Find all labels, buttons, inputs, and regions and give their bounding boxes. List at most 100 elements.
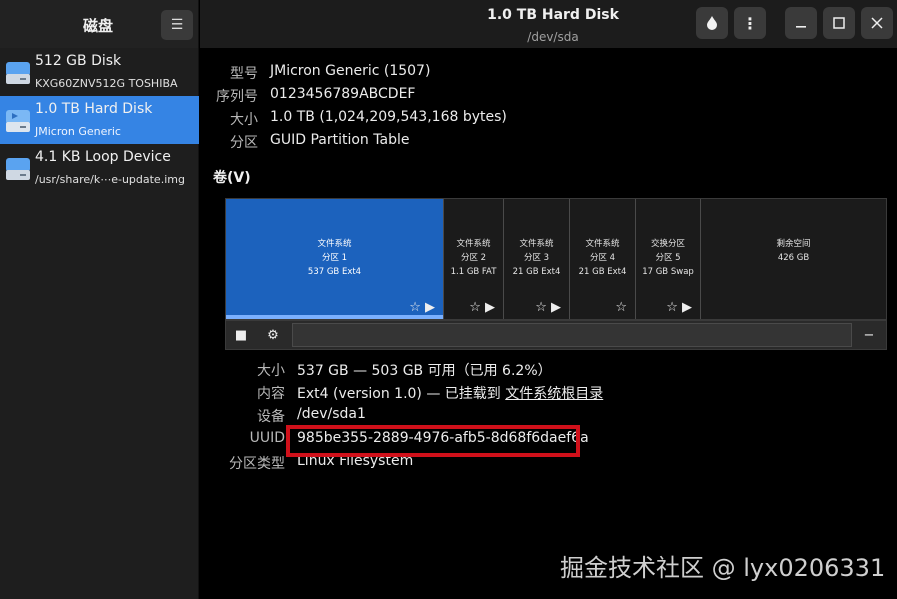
- partition-icons: ☆: [615, 301, 627, 315]
- partition-size: 21 GB Ext4: [578, 267, 627, 277]
- header-bar: 1.0 TB Hard Disk /dev/sda ⋮: [200, 0, 897, 48]
- remove-partition-button[interactable]: −: [858, 324, 880, 346]
- star-icon: ☆: [409, 300, 421, 315]
- device-name: 512 GB Disk: [35, 53, 122, 69]
- usage-bar: [226, 315, 443, 319]
- partition-icons: ☆ ▶: [409, 301, 435, 315]
- partition-info: 交换分区 分区 5 17 GB Swap: [636, 237, 700, 279]
- partition-info: 文件系统 分区 4 21 GB Ext4: [570, 237, 635, 279]
- size-label: 大小: [230, 112, 258, 128]
- partition-4[interactable]: 文件系统 分区 4 21 GB Ext4 ☆: [570, 199, 636, 319]
- serial-label: 序列号: [216, 89, 258, 105]
- play-icon: ▶: [485, 300, 495, 315]
- device-detail: KXG60ZNV512G TOSHIBA: [35, 77, 178, 90]
- device-item-512gb[interactable]: 512 GB Disk KXG60ZNV512G TOSHIBA: [0, 48, 199, 96]
- close-button[interactable]: [861, 7, 893, 39]
- device-detail: /usr/share/k⋯e-update.img: [35, 173, 185, 186]
- stop-icon: ■: [234, 327, 248, 343]
- vertical-dots-icon: ⋮: [742, 13, 758, 33]
- partition-icons: ☆ ▶: [666, 301, 692, 315]
- partition-info: 文件系统 分区 1 537 GB Ext4: [226, 237, 443, 279]
- more-options-button[interactable]: ⋮: [734, 7, 766, 39]
- partition-3[interactable]: 文件系统 分区 3 21 GB Ext4 ☆ ▶: [504, 199, 570, 319]
- main-panel: 型号 JMicron Generic (1507) 序列号 0123456789…: [200, 48, 897, 599]
- maximize-button[interactable]: [823, 7, 855, 39]
- partition-info: 文件系统 分区 2 1.1 GB FAT: [444, 237, 503, 279]
- partition-icons: ☆ ▶: [469, 301, 495, 315]
- device-name: 4.1 KB Loop Device: [35, 149, 171, 165]
- partition-size-label: 大小: [257, 363, 285, 379]
- partition-name: 分区 5: [655, 253, 681, 263]
- device-item-1tb[interactable]: 1.0 TB Hard Disk JMicron Generic: [0, 96, 199, 144]
- partition-size: 1.1 GB FAT: [450, 267, 497, 277]
- partitioning-value: GUID Partition Table: [270, 132, 410, 148]
- partition-info: 剩余空间 426 GB: [701, 237, 886, 265]
- volume-map: 文件系统 分区 1 537 GB Ext4 ☆ ▶ 文件系统 分区 2 1.1 …: [225, 198, 887, 320]
- partition-5[interactable]: 交换分区 分区 5 17 GB Swap ☆ ▶: [636, 199, 701, 319]
- partition-name: 分区 1: [321, 253, 348, 263]
- device-item-loop[interactable]: 4.1 KB Loop Device /usr/share/k⋯e-update…: [0, 144, 199, 192]
- close-icon: [871, 17, 883, 29]
- drive-icon: [6, 158, 30, 180]
- uuid-label: UUID: [249, 430, 285, 446]
- hamburger-icon: ☰: [170, 17, 184, 33]
- device-value: /dev/sda1: [297, 406, 366, 422]
- contents-text: Ext4 (version 1.0) — 已挂载到: [297, 386, 506, 402]
- uuid-highlight-box: [286, 425, 580, 457]
- partition-type-label: 分区类型: [229, 456, 285, 472]
- star-icon: ☆: [666, 300, 678, 315]
- play-icon: ▶: [682, 300, 692, 315]
- serial-value: 0123456789ABCDEF: [270, 86, 416, 102]
- volume-toolbar: ■ ⚙ −: [225, 320, 887, 350]
- partition-type: 交换分区: [650, 239, 685, 249]
- mount-point-link[interactable]: 文件系统根目录: [505, 386, 603, 402]
- stop-button[interactable]: ■: [230, 324, 252, 346]
- star-icon: ☆: [469, 300, 481, 315]
- power-drop-icon: [707, 16, 717, 30]
- partition-size-value: 537 GB — 503 GB 可用（已用 6.2%）: [297, 363, 552, 379]
- drive-icon: [6, 62, 30, 84]
- partition-name: 分区 3: [523, 253, 550, 263]
- partition-info: 文件系统 分区 3 21 GB Ext4: [504, 237, 569, 279]
- menu-button[interactable]: ☰: [161, 10, 193, 40]
- maximize-icon: [833, 17, 845, 29]
- partition-size: 21 GB Ext4: [512, 267, 561, 277]
- contents-value: Ext4 (version 1.0) — 已挂载到 文件系统根目录: [297, 383, 603, 403]
- drive-icon: [6, 110, 30, 132]
- partition-icons: ☆ ▶: [535, 301, 561, 315]
- power-button[interactable]: [696, 7, 728, 39]
- gear-icon: ⚙: [267, 327, 279, 343]
- device-name: 1.0 TB Hard Disk: [35, 101, 153, 117]
- partition-1[interactable]: 文件系统 分区 1 537 GB Ext4 ☆ ▶: [226, 199, 444, 319]
- partition-type: 文件系统: [519, 239, 554, 249]
- device-label: 设备: [257, 409, 285, 425]
- partition-name: 分区 2: [460, 253, 487, 263]
- partitioning-label: 分区: [230, 135, 258, 151]
- play-icon: ▶: [551, 300, 561, 315]
- partition-size: 426 GB: [777, 253, 810, 263]
- watermark: 掘金技术社区 @ lyx0206331: [560, 554, 886, 582]
- star-icon: ☆: [535, 300, 547, 315]
- sidebar-header: 磁盘 ☰: [0, 0, 198, 48]
- star-icon: ☆: [615, 300, 627, 315]
- contents-label: 内容: [257, 386, 285, 402]
- minimize-button[interactable]: [785, 7, 817, 39]
- partition-type: 文件系统: [317, 239, 352, 249]
- sidebar: 磁盘 ☰ 512 GB Disk KXG60ZNV512G TOSHIBA 1.…: [0, 0, 199, 599]
- partition-name: 分区 4: [589, 253, 616, 263]
- minus-icon: −: [863, 327, 875, 343]
- size-value: 1.0 TB (1,024,209,543,168 bytes): [270, 109, 507, 125]
- play-icon: ▶: [425, 300, 435, 315]
- model-label: 型号: [230, 66, 258, 82]
- device-detail: JMicron Generic: [35, 125, 121, 138]
- toolbar-spacer: [292, 323, 852, 347]
- partition-type: 文件系统: [585, 239, 620, 249]
- partition-2[interactable]: 文件系统 分区 2 1.1 GB FAT ☆ ▶: [444, 199, 504, 319]
- partition-size: 537 GB Ext4: [307, 267, 362, 277]
- settings-button[interactable]: ⚙: [262, 324, 284, 346]
- model-value: JMicron Generic (1507): [270, 63, 431, 79]
- volumes-heading: 卷(V): [213, 170, 251, 186]
- partition-type: 文件系统: [456, 239, 491, 249]
- free-space[interactable]: 剩余空间 426 GB: [701, 199, 886, 319]
- partition-type: 剩余空间: [776, 239, 811, 249]
